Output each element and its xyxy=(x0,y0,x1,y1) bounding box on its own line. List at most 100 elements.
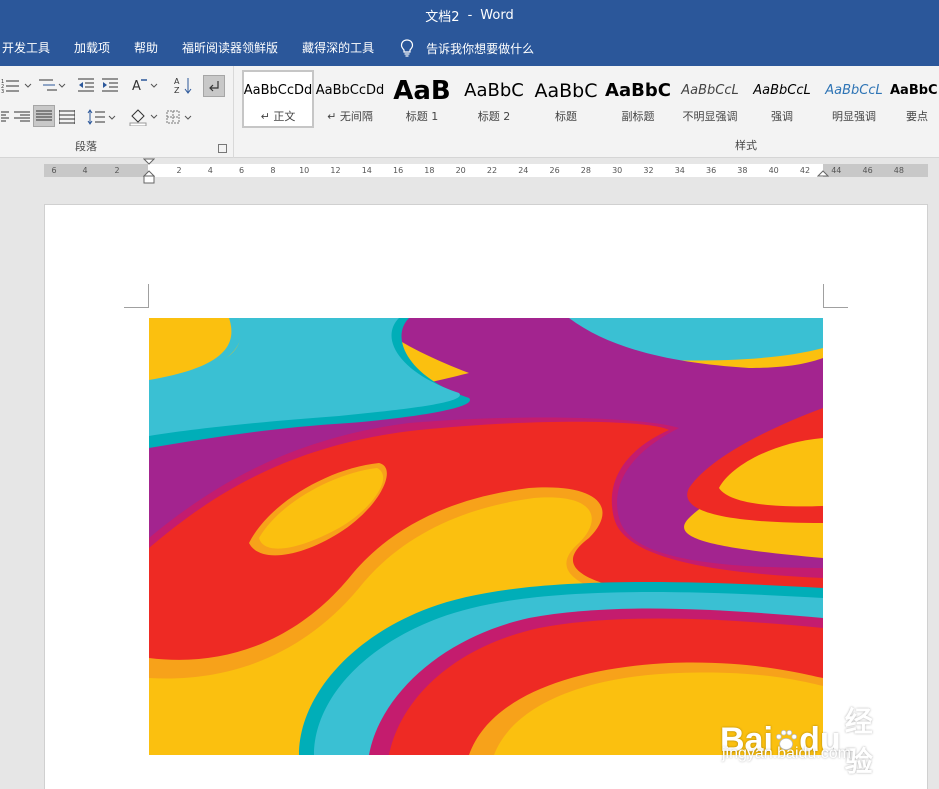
style-label: 标题 xyxy=(555,110,577,123)
text-direction-button[interactable]: A xyxy=(130,74,160,96)
tab-hidden-tools[interactable]: 藏得深的工具 xyxy=(290,30,386,66)
sort-button[interactable]: A Z xyxy=(172,74,194,96)
style-sample: AaBbC xyxy=(605,80,671,101)
style-sample: AaBbCcL xyxy=(681,83,739,98)
paragraph-mark-icon xyxy=(209,81,219,92)
style-heading-1[interactable]: AaB 标题 1 xyxy=(386,70,458,128)
ruler-number: 8 xyxy=(270,166,276,175)
svg-text:Z: Z xyxy=(174,86,180,94)
style-sample: AaBbCcDd xyxy=(315,83,385,98)
paragraph-group-label: 段落 xyxy=(75,140,97,153)
style-label: ↵ 正文 xyxy=(260,110,296,123)
ruler-number: 14 xyxy=(361,166,372,175)
justify-button[interactable] xyxy=(33,105,55,127)
style-no-spacing[interactable]: AaBbCcDd ↵ 无间隔 xyxy=(314,70,386,128)
align-right-button[interactable] xyxy=(12,106,32,128)
style-sample: AaBbCcDd xyxy=(243,83,313,98)
sort-az-icon: A Z xyxy=(174,77,192,94)
ruler-number: 12 xyxy=(330,166,341,175)
styles-group-label: 样式 xyxy=(735,139,757,152)
ruler-number: 32 xyxy=(643,166,654,175)
show-formatting-marks-button[interactable] xyxy=(203,75,225,97)
baidu-jingyan-watermark: Bai du 经验 jingyan.baidu.com xyxy=(720,690,890,777)
shading-button[interactable] xyxy=(128,106,160,128)
ruler-number: 36 xyxy=(706,166,717,175)
borders-button[interactable] xyxy=(164,106,196,128)
ribbon-tabs: 开发工具 加载项 帮助 福昕阅读器领鲜版 藏得深的工具 告诉我你想要做什么 xyxy=(0,30,939,66)
style-title[interactable]: AaBbC 标题 xyxy=(530,70,602,128)
style-subtitle[interactable]: AaBbC 副标题 xyxy=(602,70,674,128)
style-label: 强调 xyxy=(771,110,793,123)
increase-indent-button[interactable] xyxy=(98,74,122,96)
svg-text:3: 3 xyxy=(1,89,4,93)
tab-foxit-reader[interactable]: 福昕阅读器领鲜版 xyxy=(170,30,290,66)
distributed-icon xyxy=(59,110,75,124)
style-label: 不明显强调 xyxy=(682,110,738,123)
style-subtle-emphasis[interactable]: AaBbCcL 不明显强调 xyxy=(674,70,746,128)
align-right-icon xyxy=(14,111,30,122)
multilevel-list-icon xyxy=(39,79,66,91)
align-left-button[interactable] xyxy=(0,106,10,128)
tab-addins[interactable]: 加载项 xyxy=(62,30,122,66)
indent-markers[interactable] xyxy=(143,158,155,184)
numbered-list-icon: 1 2 3 xyxy=(1,79,32,93)
style-emphasis[interactable]: AaBbCcL 强调 xyxy=(746,70,818,128)
style-label: 副标题 xyxy=(621,110,655,123)
horizontal-ruler[interactable]: 6 4 2 2 4 6 8 10 12 14 16 18 20 22 24 26 28 30 32 34 36 38… xyxy=(44,164,928,177)
ruler-number: 4 xyxy=(207,166,213,175)
style-sample: AaBbC xyxy=(464,80,524,101)
decrease-indent-button[interactable] xyxy=(76,74,96,96)
ruler-number: 30 xyxy=(612,166,623,175)
right-indent-marker[interactable] xyxy=(817,168,829,180)
ruler-number: 16 xyxy=(393,166,404,175)
style-sample: AaBbCcL xyxy=(825,83,883,98)
multilevel-list-button[interactable] xyxy=(36,74,68,96)
ruler-number: 2 xyxy=(114,166,120,175)
ruler-number: 6 xyxy=(51,166,57,175)
ruler-number: 4 xyxy=(82,166,88,175)
paragraph-group: 1 2 3 A A Z 段落 xyxy=(0,66,234,158)
style-heading-2[interactable]: AaBbC 标题 2 xyxy=(458,70,530,128)
lightbulb-icon xyxy=(400,39,414,57)
ruler-number: 46 xyxy=(862,166,873,175)
style-label: 标题 1 xyxy=(405,110,439,123)
style-intense-emphasis[interactable]: AaBbCcL 明显强调 xyxy=(818,70,890,128)
ruler-number: 22 xyxy=(486,166,498,175)
line-spacing-icon xyxy=(87,109,116,125)
svg-text:A: A xyxy=(174,77,180,86)
tab-developer[interactable]: 开发工具 xyxy=(0,30,62,66)
ruler-number: 20 xyxy=(455,166,466,175)
distributed-button[interactable] xyxy=(57,106,77,128)
style-sample: AaBbC xyxy=(890,83,938,98)
style-label: 要点 xyxy=(906,110,928,123)
style-label: 明显强调 xyxy=(832,110,876,123)
style-sample: AaB xyxy=(393,76,451,106)
ruler-number: 38 xyxy=(737,166,748,175)
watermark-url: jingyan.baidu.com xyxy=(722,745,851,762)
ruler-number: 42 xyxy=(799,166,811,175)
ruler-number: 44 xyxy=(831,166,842,175)
style-normal[interactable]: AaBbCcDd ↵ 正文 xyxy=(242,70,314,128)
ruler-number: 26 xyxy=(549,166,560,175)
style-label: 标题 2 xyxy=(477,110,511,123)
borders-icon xyxy=(166,110,192,124)
ruler-number: 24 xyxy=(518,166,529,175)
ruler-number: 28 xyxy=(580,166,591,175)
justify-icon xyxy=(36,110,52,121)
paragraph-dialog-launcher[interactable] xyxy=(218,144,227,153)
tab-help[interactable]: 帮助 xyxy=(122,30,170,66)
numbering-button[interactable]: 1 2 3 xyxy=(0,74,34,96)
app-name: Word xyxy=(480,7,514,23)
watermark-cn: 经验 xyxy=(844,706,873,777)
tell-me-search[interactable]: 告诉我你想要做什么 xyxy=(400,39,534,57)
svg-text:A: A xyxy=(132,79,141,93)
horizontal-ruler-area: 6 4 2 2 4 6 8 10 12 14 16 18 20 22 24 26 28 30 32 34 36 38… xyxy=(0,158,939,184)
chinese-layout-icon: A xyxy=(132,79,158,93)
ribbon: 1 2 3 A A Z 段落 AaBbCcDd ↵ 正文 AaBbCcDd ↵ … xyxy=(0,66,939,158)
ruler-number: 48 xyxy=(893,166,904,175)
ruler-number: 6 xyxy=(239,166,245,175)
style-sample: AaBbCcL xyxy=(753,83,811,98)
style-strong[interactable]: AaBbC 要点 xyxy=(890,70,939,128)
line-spacing-button[interactable] xyxy=(86,106,118,128)
crop-mark-top-left xyxy=(124,284,149,308)
